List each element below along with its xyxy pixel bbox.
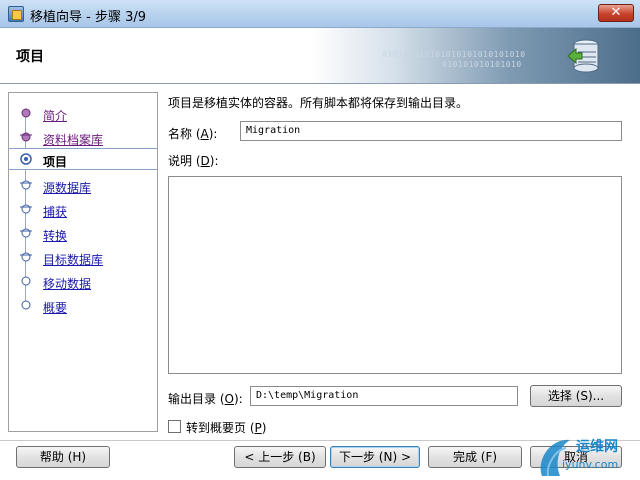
step-visited-icon — [21, 108, 31, 118]
nav-step-move-data[interactable]: 移动数据 — [9, 271, 157, 293]
output-dir-label-text: 输出目录 — [168, 392, 217, 406]
page-title: 项目 — [16, 49, 44, 65]
nav-step-label: 项目 — [43, 155, 68, 169]
name-label-key: A — [200, 127, 209, 141]
step-pending-icon — [20, 228, 32, 238]
step-pending-icon — [20, 204, 32, 214]
nav-step-label: 简介 — [43, 109, 68, 123]
nav-step-capture[interactable]: 捕获 — [9, 199, 157, 221]
back-button[interactable]: < 上一步 (B) — [234, 446, 326, 468]
notes-label: 说明 (D): — [168, 152, 219, 169]
nav-step-project[interactable]: 项目 — [9, 148, 157, 170]
watermark-text: 运维网 — [576, 439, 618, 455]
nav-step-convert[interactable]: 转换 — [9, 223, 157, 245]
notes-label-key: D — [200, 154, 210, 168]
banner-binary-text: 010101010101010101010101010 — [382, 50, 526, 59]
notes-textarea[interactable] — [168, 176, 622, 374]
nav-step-source-db[interactable]: 源数据库 — [9, 175, 157, 197]
output-dir-field[interactable]: D:\temp\Migration — [250, 386, 518, 406]
database-migration-icon — [567, 39, 599, 73]
step-description: 项目是移植实体的容器。所有脚本都将保存到输出目录。 — [168, 96, 469, 110]
wizard-steps-nav: 简介 资料档案库 项目 源数据库 捕获 转换 目标数据库 移动数据 概要 — [8, 92, 158, 432]
nav-step-label: 捕获 — [43, 205, 68, 219]
title-bar[interactable]: 移植向导 - 步骤 3/9 ✕ — [0, 0, 640, 28]
goto-summary-key: P — [254, 421, 262, 435]
nav-step-label: 源数据库 — [43, 181, 92, 195]
goto-summary-checkbox[interactable] — [168, 420, 181, 433]
nav-step-summary[interactable]: 概要 — [9, 295, 157, 317]
notes-label-key-close: ): — [209, 154, 219, 168]
step-pending-icon — [21, 276, 31, 286]
banner-binary-text-2: 010101010101010 — [442, 60, 522, 69]
header-banner: 010101010101010101010101010 010101010101… — [312, 28, 640, 83]
next-button[interactable]: 下一步 (N) > — [330, 446, 420, 468]
output-dir-label: 输出目录 (O): — [168, 390, 243, 407]
nav-step-repository[interactable]: 资料档案库 — [9, 127, 157, 149]
watermark-url: iyunv.com — [562, 458, 619, 471]
finish-button[interactable]: 完成 (F) — [428, 446, 522, 468]
nav-step-intro[interactable]: 简介 — [9, 103, 157, 125]
nav-step-label: 概要 — [43, 301, 68, 315]
nav-step-label: 目标数据库 — [43, 253, 104, 267]
close-button[interactable]: ✕ — [598, 4, 634, 22]
nav-step-label: 移动数据 — [43, 277, 92, 291]
name-label: 名称 (A): — [168, 125, 217, 142]
step-pending-icon — [20, 252, 32, 262]
output-dir-label-key-close: ): — [233, 392, 243, 406]
step-pending-icon — [21, 300, 31, 310]
name-field[interactable]: Migration — [240, 121, 622, 141]
window-title: 移植向导 - 步骤 3/9 — [30, 10, 147, 25]
nav-step-label: 转换 — [43, 229, 68, 243]
app-icon — [8, 6, 24, 22]
name-label-text: 名称 — [168, 127, 193, 141]
choose-dir-button[interactable]: 选择 (S)... — [530, 385, 622, 407]
name-label-key-close: ): — [208, 127, 218, 141]
notes-label-text: 说明 — [168, 154, 193, 168]
step-visited-icon — [20, 132, 32, 142]
goto-summary-key-close: ) — [261, 421, 267, 435]
goto-summary-label-text: 转到概要页 — [186, 421, 247, 435]
output-dir-label-key: O — [224, 392, 234, 406]
goto-summary-label: 转到概要页 (P) — [186, 419, 266, 436]
nav-step-label: 资料档案库 — [43, 133, 104, 147]
step-pending-icon — [20, 180, 32, 190]
wizard-header: 项目 010101010101010101010101010 010101010… — [0, 28, 640, 84]
step-current-icon — [20, 153, 32, 165]
nav-step-target-db[interactable]: 目标数据库 — [9, 247, 157, 269]
help-button[interactable]: 帮助 (H) — [16, 446, 110, 468]
